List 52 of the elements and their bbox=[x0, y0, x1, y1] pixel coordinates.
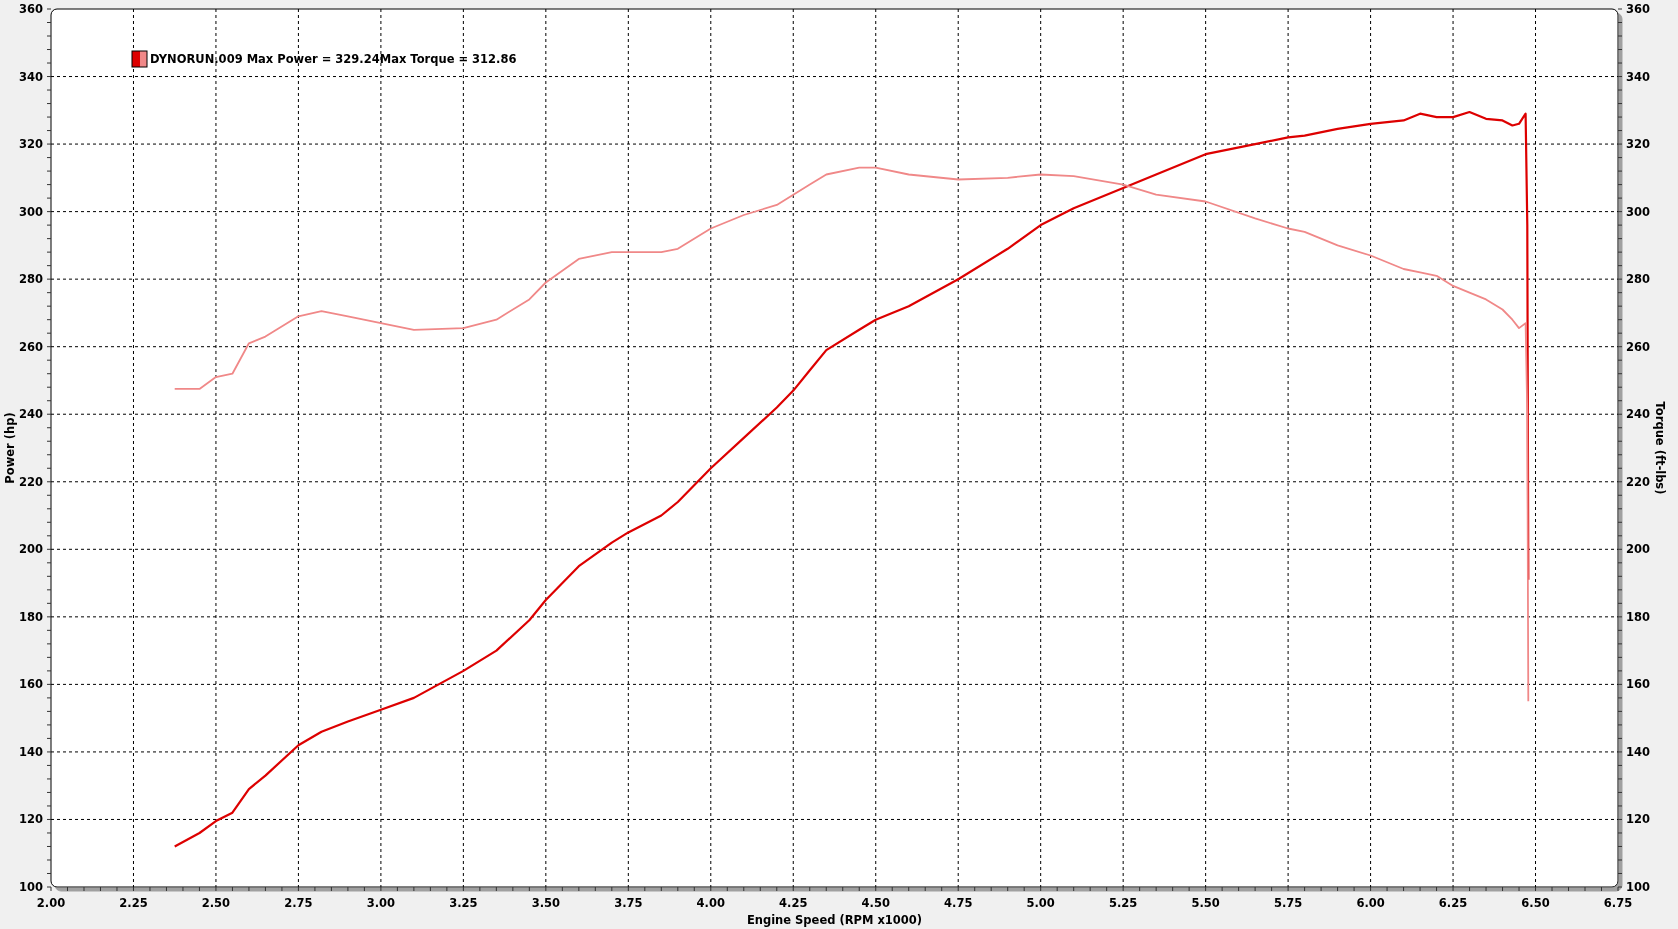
y-tick-label: 240 bbox=[1626, 407, 1650, 422]
y-axis-title: Torque (ft-lbs) bbox=[1653, 401, 1667, 495]
y-tick-label: 280 bbox=[19, 272, 43, 287]
y-tick-label: 100 bbox=[1626, 880, 1650, 894]
x-tick-label: 3.50 bbox=[531, 896, 561, 910]
y-tick-label: 300 bbox=[1626, 204, 1650, 219]
x-tick-label: 2.25 bbox=[119, 896, 148, 910]
y-tick-label: 260 bbox=[19, 339, 43, 354]
y-tick-label: 140 bbox=[1626, 744, 1650, 759]
x-tick-label: 3.00 bbox=[366, 896, 396, 910]
y-tick-label: 200 bbox=[1626, 542, 1650, 557]
y-tick-label: 320 bbox=[19, 137, 43, 152]
x-axis-title: Engine Speed (RPM x1000) bbox=[746, 913, 923, 927]
y-tick-label: 260 bbox=[1626, 339, 1650, 354]
x-tick-label: 3.75 bbox=[614, 896, 643, 910]
y-tick-label: 320 bbox=[1626, 137, 1650, 152]
x-tick-label: 6.00 bbox=[1356, 896, 1385, 910]
y-tick-label: 340 bbox=[19, 69, 43, 84]
x-tick-label: 2.00 bbox=[36, 896, 66, 910]
x-tick-label: 6.50 bbox=[1521, 896, 1550, 910]
y-tick-label: 120 bbox=[1626, 812, 1650, 827]
x-tick-label: 4.25 bbox=[779, 896, 808, 910]
y-tick-label: 360 bbox=[1626, 2, 1650, 16]
y-tick-label: 220 bbox=[19, 474, 43, 489]
x-tick-label: 2.75 bbox=[284, 896, 313, 910]
legend-label: DYNORUN.009 Max Power = 329.24Max Torque = 312.86 bbox=[150, 52, 517, 66]
x-tick-label: 5.75 bbox=[1273, 896, 1303, 910]
x-tick-label: 5.00 bbox=[1026, 896, 1055, 910]
x-tick-label: 6.75 bbox=[1603, 896, 1633, 910]
y-tick-label: 120 bbox=[19, 812, 43, 827]
y-tick-label: 180 bbox=[1626, 609, 1650, 624]
y-tick-label: 360 bbox=[19, 2, 43, 16]
x-tick-label: 4.00 bbox=[696, 896, 725, 910]
y-tick-label: 160 bbox=[1626, 677, 1650, 692]
y-tick-label: 160 bbox=[19, 677, 43, 692]
y-tick-label: 340 bbox=[1626, 69, 1650, 84]
x-tick-label: 2.50 bbox=[201, 896, 231, 910]
y-axis-title: Power (hp) bbox=[3, 412, 17, 484]
x-tick-label: 4.50 bbox=[861, 896, 890, 910]
x-tick-label: 4.75 bbox=[944, 896, 973, 910]
y-tick-label: 100 bbox=[19, 880, 43, 894]
y-tick-label: 200 bbox=[19, 542, 43, 557]
x-tick-label: 6.25 bbox=[1438, 896, 1468, 910]
y-tick-label: 180 bbox=[19, 609, 43, 624]
y-tick-label: 300 bbox=[19, 204, 43, 219]
y-tick-label: 140 bbox=[19, 744, 43, 759]
x-tick-label: 5.25 bbox=[1108, 896, 1138, 910]
y-tick-label: 220 bbox=[1626, 474, 1650, 489]
x-tick-label: 3.25 bbox=[449, 896, 478, 910]
x-tick-label: 5.50 bbox=[1191, 896, 1220, 910]
y-tick-label: 240 bbox=[19, 407, 43, 422]
y-tick-label: 280 bbox=[1626, 272, 1650, 287]
